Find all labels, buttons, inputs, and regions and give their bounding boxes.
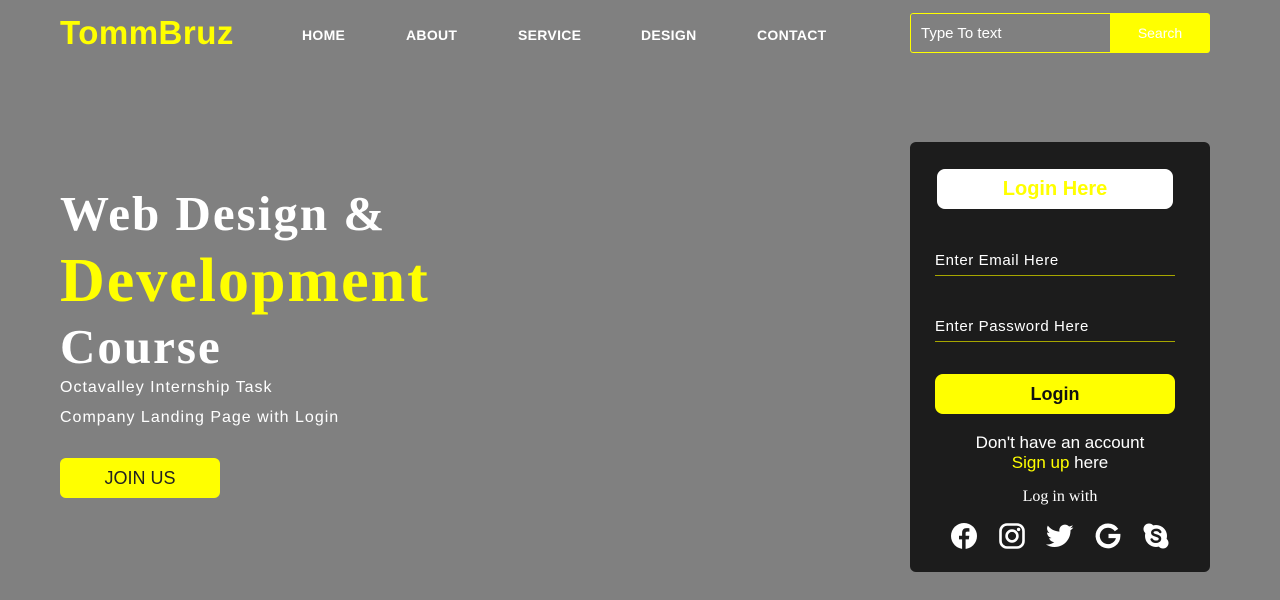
facebook-icon[interactable] bbox=[950, 522, 978, 550]
login-button[interactable]: Login bbox=[935, 374, 1175, 414]
log-in-with-label: Log in with bbox=[1022, 488, 1098, 505]
hero-title-line3: Course bbox=[60, 319, 222, 374]
nav-about[interactable]: ABOUT bbox=[406, 27, 457, 43]
login-card: Login Here Login Don't have an account S… bbox=[910, 142, 1210, 572]
twitter-icon[interactable] bbox=[1045, 522, 1074, 550]
hero-title-line1: Web Design & bbox=[60, 186, 387, 241]
instagram-icon[interactable] bbox=[998, 522, 1026, 550]
password-field[interactable] bbox=[935, 312, 1175, 342]
hero-title-line2: Development bbox=[60, 247, 430, 315]
no-account-text: Don't have an account bbox=[975, 433, 1145, 452]
hero-subtitle-2: Company Landing Page with Login bbox=[60, 409, 340, 426]
signup-prompt: Don't have an account Sign up here bbox=[910, 433, 1210, 473]
nav-contact[interactable]: CONTACT bbox=[757, 27, 827, 43]
brand-logo[interactable]: TommBruz bbox=[60, 14, 234, 52]
social-login-icons bbox=[950, 522, 1170, 552]
search-input[interactable] bbox=[910, 13, 1110, 53]
signup-suffix: here bbox=[1069, 453, 1109, 472]
signup-link[interactable]: Sign up bbox=[1012, 453, 1070, 472]
search-button[interactable]: Search bbox=[1110, 13, 1210, 53]
hero-subtitle-1: Octavalley Internship Task bbox=[60, 379, 273, 396]
login-title: Login Here bbox=[937, 169, 1173, 209]
google-icon[interactable] bbox=[1094, 522, 1122, 550]
nav-service[interactable]: SERVICE bbox=[518, 27, 581, 43]
skype-icon[interactable] bbox=[1142, 522, 1170, 550]
email-field[interactable] bbox=[935, 246, 1175, 276]
nav-design[interactable]: DESIGN bbox=[641, 27, 696, 43]
nav-home[interactable]: HOME bbox=[302, 27, 345, 43]
join-us-button[interactable]: JOIN US bbox=[60, 458, 220, 498]
search-bar: Search bbox=[910, 13, 1210, 53]
